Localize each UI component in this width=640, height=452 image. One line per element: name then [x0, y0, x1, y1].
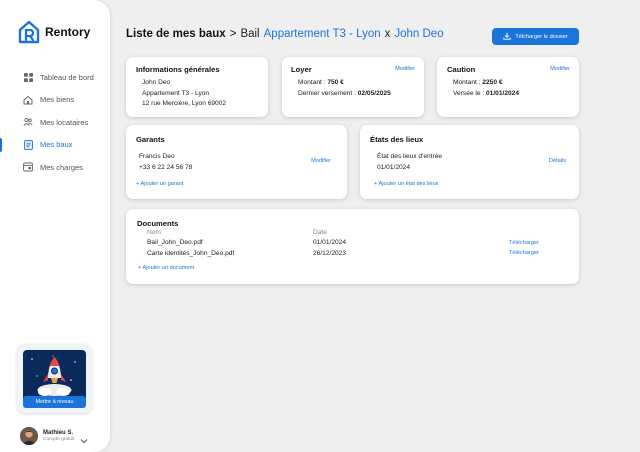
breadcrumb-x: x — [384, 28, 391, 40]
document-icon — [23, 139, 33, 150]
rentory-logo-icon — [18, 20, 40, 44]
document-date: 01/01/2024 — [313, 239, 347, 246]
home-icon — [23, 95, 33, 105]
guarantor-edit-link[interactable]: Modifier — [311, 158, 331, 164]
upgrade-card: Mettre à niveau — [17, 344, 92, 413]
download-folder-label: Télcharger le dossier — [515, 33, 568, 40]
users-icon — [23, 117, 33, 127]
breadcrumb: Liste de mes baux > Bail Appartement T3 … — [126, 28, 444, 40]
breadcrumb-tenant[interactable]: John Deo — [394, 28, 443, 40]
breadcrumb-root[interactable]: Liste de mes baux — [126, 28, 226, 40]
deposit-card: Caution Modifier Montant : 2250 € Versée… — [437, 57, 579, 117]
user-name: Mathieu S. — [43, 430, 74, 436]
download-icon — [503, 32, 512, 42]
add-inventory-link[interactable]: + Ajouter un état des lieux — [374, 181, 439, 187]
sidebar: Rentory Tableau de bord Mes biens Mes lo… — [0, 0, 110, 452]
card-title: Documents — [137, 219, 179, 228]
user-plan: Compte gratuit — [43, 437, 75, 442]
card-title: États des lieux — [370, 135, 424, 144]
guarantors-card: Garants Francis Deo +33 6 22 24 56 78 Mo… — [126, 125, 347, 199]
rent-edit-link[interactable]: Modifier — [395, 66, 415, 72]
guarantor-phone: +33 6 22 24 56 78 — [139, 163, 193, 171]
general-info-card: Informations générales John Deo Appartem… — [126, 57, 268, 117]
download-folder-button[interactable]: Télcharger le dossier — [492, 28, 579, 45]
sidebar-item-tenants[interactable]: Mes locataires — [0, 111, 110, 133]
app-name: Rentory — [45, 25, 91, 39]
app-logo[interactable]: Rentory — [18, 20, 90, 44]
tenant-name: John Deo — [142, 79, 171, 86]
user-menu[interactable]: Mathieu S. Compte gratuit — [20, 427, 88, 445]
rent-card: Loyer Modifier Montant : 750 € Dernier v… — [282, 57, 424, 117]
inventory-card: États des lieux État des lieux d'entrée … — [360, 125, 579, 199]
download-document-link[interactable]: Télécharger — [509, 240, 539, 246]
documents-card: Documents Nom Date Bail_John_Deo.pdf 01/… — [126, 209, 579, 284]
card-title: Caution — [447, 65, 476, 74]
grid-icon — [23, 72, 33, 82]
sidebar-nav: Tableau de bord Mes biens Mes locataires… — [0, 66, 110, 179]
sidebar-item-label: Mes baux — [40, 140, 73, 149]
card-title: Informations générales — [136, 65, 220, 74]
deposit-amount: 2250 € — [482, 79, 503, 86]
inventory-date: 01/01/2024 — [377, 163, 411, 171]
sidebar-item-properties[interactable]: Mes biens — [0, 89, 110, 111]
column-header-name: Nom — [147, 229, 161, 236]
download-document-link[interactable]: Télécharger — [509, 250, 539, 256]
deposit-amount-label: Montant : — [453, 79, 481, 86]
breadcrumb-prefix: Bail — [240, 28, 260, 40]
property-address: 12 rue Mercière, Lyon 69002 — [142, 100, 227, 107]
sidebar-item-leases[interactable]: Mes baux — [0, 134, 110, 156]
breadcrumb-separator: > — [229, 28, 237, 40]
sidebar-item-label: Mes locataires — [40, 117, 89, 127]
sidebar-item-label: Mes biens — [40, 95, 75, 104]
deposit-paid-label: Versée le : — [453, 89, 485, 97]
card-title: Loyer — [291, 65, 312, 74]
document-name: Bail_John_Deo.pdf — [147, 239, 203, 246]
card-title: Garants — [136, 135, 165, 144]
document-name: Carte identités_John_Deo.pdf — [147, 249, 235, 257]
guarantor-name: Francis Deo — [139, 153, 175, 160]
rent-amount-label: Montant : — [298, 79, 326, 86]
inventory-label: État des lieux d'entrée — [377, 153, 443, 160]
receipt-icon — [23, 162, 33, 172]
document-date: 26/12/2023 — [313, 249, 347, 257]
sidebar-item-label: Tableau de bord — [40, 72, 94, 82]
rent-last-date: 02/05/2025 — [357, 89, 391, 97]
add-document-link[interactable]: + Ajouter un document — [138, 265, 194, 271]
sidebar-item-label: Mes charges — [40, 162, 83, 172]
chevron-down-icon[interactable] — [80, 431, 88, 449]
column-header-date: Date — [313, 229, 327, 236]
deposit-edit-link[interactable]: Modifier — [550, 66, 570, 72]
inventory-details-link[interactable]: Détails — [549, 158, 566, 164]
rent-amount: 750 € — [327, 79, 344, 86]
breadcrumb-property[interactable]: Appartement T3 - Lyon — [264, 28, 381, 40]
sidebar-item-dashboard[interactable]: Tableau de bord — [0, 66, 110, 88]
rent-last-label: Dernier versement : — [298, 89, 356, 97]
deposit-paid-date: 01/01/2024 — [486, 89, 520, 97]
add-guarantor-link[interactable]: + Ajouter un garant — [136, 181, 183, 187]
avatar — [20, 427, 38, 445]
upgrade-button[interactable]: Mettre à niveau — [23, 396, 86, 408]
sidebar-item-charges[interactable]: Mes charges — [0, 156, 110, 178]
property-name: Appartement T3 - Lyon — [142, 89, 210, 97]
